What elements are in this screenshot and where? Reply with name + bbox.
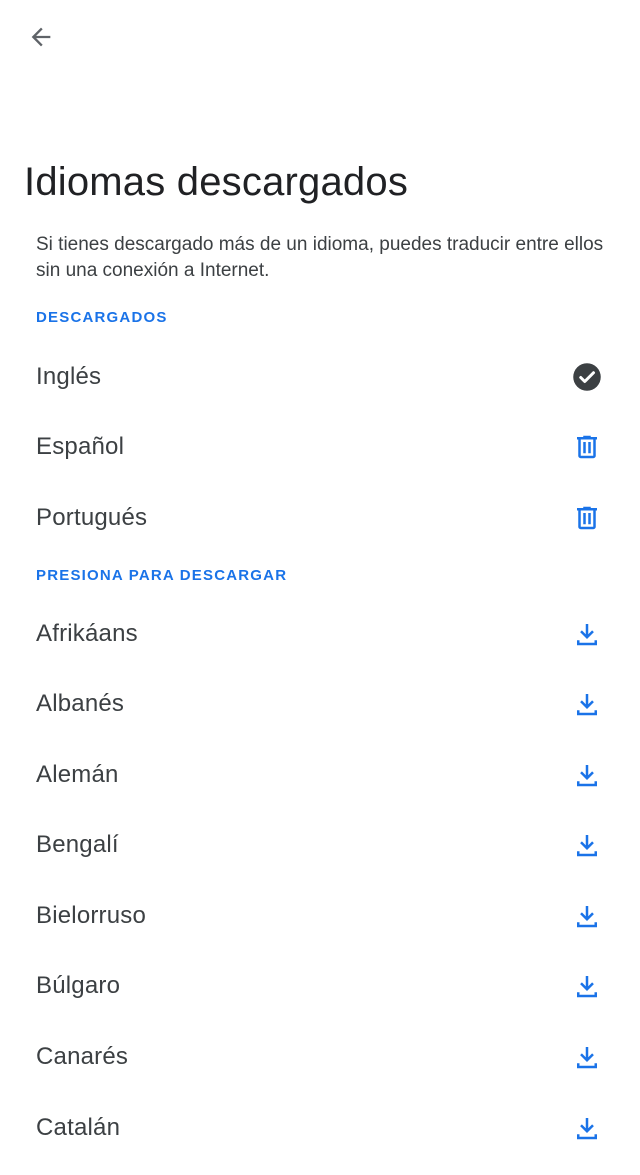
- language-label: Búlgaro: [36, 972, 121, 999]
- language-label: Albanés: [36, 690, 125, 717]
- language-label: Canarés: [36, 1043, 129, 1070]
- download-icon[interactable]: [568, 967, 606, 1005]
- language-label: Español: [36, 433, 125, 460]
- language-row-canares[interactable]: Canarés: [0, 1022, 640, 1092]
- language-label: Alemán: [36, 761, 119, 788]
- download-icon[interactable]: [568, 826, 606, 864]
- language-row-catalan[interactable]: Catalán: [0, 1093, 640, 1163]
- language-row-portugues[interactable]: Portugués: [0, 483, 640, 553]
- language-row-espanol[interactable]: Español: [0, 412, 640, 482]
- arrow-back-icon: [31, 27, 51, 47]
- language-label: Afrikáans: [36, 620, 138, 647]
- download-icon[interactable]: [568, 1038, 606, 1076]
- language-row-bielorruso[interactable]: Bielorruso: [0, 881, 640, 951]
- download-icon[interactable]: [568, 897, 606, 935]
- language-label: Portugués: [36, 504, 148, 531]
- download-icon[interactable]: [568, 1109, 606, 1147]
- language-label: Catalán: [36, 1114, 121, 1141]
- language-row-bengali[interactable]: Bengalí: [0, 810, 640, 880]
- back-button[interactable]: [20, 16, 62, 58]
- language-row-aleman[interactable]: Alemán: [0, 740, 640, 810]
- language-row-afrikaans[interactable]: Afrikáans: [0, 599, 640, 669]
- page-title: Idiomas descargados: [24, 160, 409, 204]
- trash-icon[interactable]: [568, 499, 606, 537]
- language-row-ingles[interactable]: Inglés: [0, 342, 640, 412]
- language-row-albanes[interactable]: Albanés: [0, 669, 640, 739]
- section-header-available: PRESIONA PARA DESCARGAR: [36, 567, 288, 584]
- section-header-downloaded: DESCARGADOS: [36, 309, 168, 326]
- language-label: Inglés: [36, 363, 102, 390]
- check-circle-icon: [568, 358, 606, 396]
- download-icon[interactable]: [568, 756, 606, 794]
- language-row-bulgaro[interactable]: Búlgaro: [0, 951, 640, 1021]
- download-icon[interactable]: [568, 615, 606, 653]
- download-icon[interactable]: [568, 685, 606, 723]
- language-label: Bengalí: [36, 831, 119, 858]
- trash-icon[interactable]: [568, 428, 606, 466]
- language-label: Bielorruso: [36, 902, 147, 929]
- page-description: Si tienes descargado más de un idioma, p…: [36, 234, 604, 281]
